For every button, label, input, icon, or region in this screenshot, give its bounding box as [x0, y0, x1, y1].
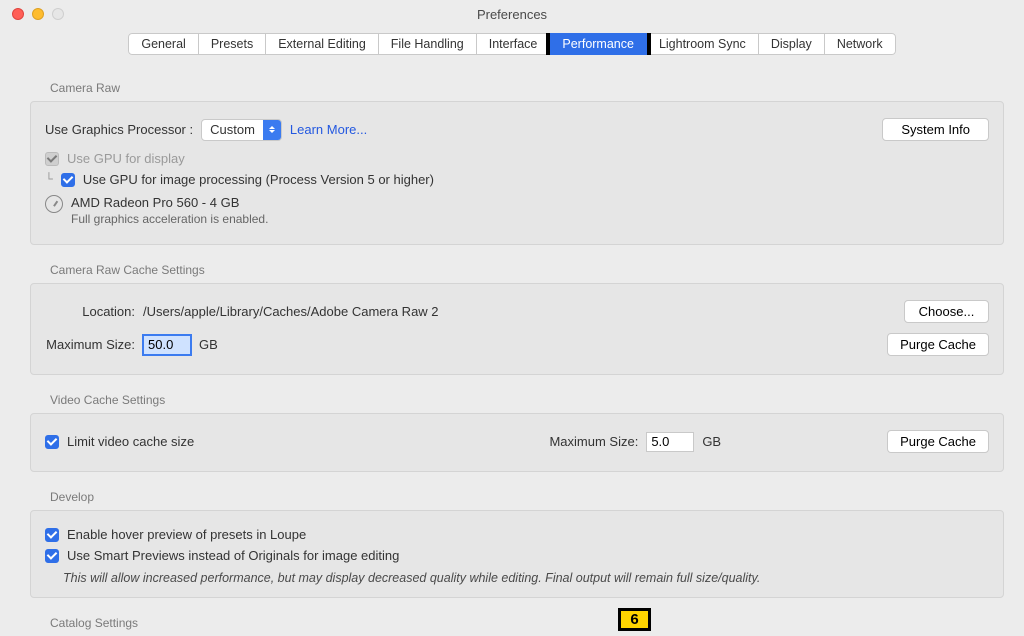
gauge-icon — [45, 195, 63, 213]
cache-maxsize-label: Maximum Size: — [45, 337, 135, 352]
system-info-button[interactable]: System Info — [882, 118, 989, 141]
gpu-name-label: AMD Radeon Pro 560 - 4 GB — [71, 195, 268, 210]
limit-video-cache-checkbox[interactable] — [45, 435, 59, 449]
choose-button[interactable]: Choose... — [904, 300, 989, 323]
tab-performance[interactable]: Performance — [550, 33, 647, 55]
tab-network[interactable]: Network — [825, 33, 896, 55]
window-title: Preferences — [0, 7, 1024, 22]
gpu-status-label: Full graphics acceleration is enabled. — [71, 212, 268, 226]
smart-previews-label: Use Smart Previews instead of Originals … — [67, 548, 399, 563]
video-purge-cache-button[interactable]: Purge Cache — [887, 430, 989, 453]
annotation-badge-6: 6 — [618, 608, 651, 631]
cache-location-value: /Users/apple/Library/Caches/Adobe Camera… — [143, 304, 439, 319]
section-label-catalog: Catalog Settings — [50, 616, 1004, 630]
video-maxsize-input[interactable] — [646, 432, 694, 452]
gpu-processor-label: Use Graphics Processor : — [45, 122, 193, 137]
use-gpu-display-label: Use GPU for display — [67, 151, 185, 166]
chevron-updown-icon — [263, 120, 281, 140]
hover-preview-label: Enable hover preview of presets in Loupe — [67, 527, 306, 542]
panel-develop: Enable hover preview of presets in Loupe… — [30, 510, 1004, 598]
limit-video-cache-label: Limit video cache size — [67, 434, 194, 449]
tab-display[interactable]: Display — [759, 33, 825, 55]
cache-maxsize-input[interactable] — [143, 335, 191, 355]
section-label-cache: Camera Raw Cache Settings — [50, 263, 1004, 277]
cache-unit-label: GB — [199, 337, 218, 352]
purge-cache-button[interactable]: Purge Cache — [887, 333, 989, 356]
section-label-camera-raw: Camera Raw — [50, 81, 1004, 95]
video-unit-label: GB — [702, 434, 721, 449]
tab-general[interactable]: General — [128, 33, 198, 55]
cache-location-label: Location: — [45, 304, 135, 319]
smart-previews-checkbox[interactable] — [45, 549, 59, 563]
tree-line-icon: └ — [45, 172, 53, 187]
develop-note: This will allow increased performance, b… — [63, 571, 989, 585]
section-label-video-cache: Video Cache Settings — [50, 393, 1004, 407]
hover-preview-checkbox[interactable] — [45, 528, 59, 542]
tab-external-editing[interactable]: External Editing — [266, 33, 379, 55]
use-gpu-image-checkbox[interactable] — [61, 173, 75, 187]
use-gpu-display-checkbox — [45, 152, 59, 166]
tab-presets[interactable]: Presets — [199, 33, 266, 55]
titlebar: Preferences — [0, 0, 1024, 28]
section-label-develop: Develop — [50, 490, 1004, 504]
panel-cache: Location: /Users/apple/Library/Caches/Ad… — [30, 283, 1004, 375]
panel-video-cache: Limit video cache size Maximum Size: GB … — [30, 413, 1004, 472]
video-maxsize-label: Maximum Size: — [549, 434, 638, 449]
use-gpu-image-label: Use GPU for image processing (Process Ve… — [83, 172, 434, 187]
tab-interface[interactable]: Interface — [477, 33, 551, 55]
tab-file-handling[interactable]: File Handling — [379, 33, 477, 55]
learn-more-link[interactable]: Learn More... — [290, 122, 367, 137]
tab-bar: GeneralPresetsExternal EditingFile Handl… — [0, 33, 1024, 55]
gpu-processor-select[interactable]: Custom — [201, 119, 282, 141]
tab-lightroom-sync[interactable]: Lightroom Sync — [647, 33, 759, 55]
panel-camera-raw: Use Graphics Processor : Custom Learn Mo… — [30, 101, 1004, 245]
